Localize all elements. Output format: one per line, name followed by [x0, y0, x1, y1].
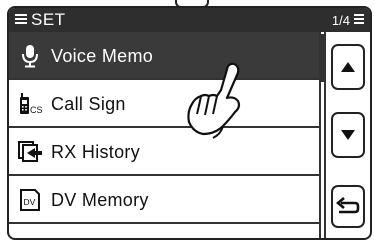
page-title: SET: [31, 10, 66, 29]
scrollbar-thumb[interactable]: [321, 34, 324, 82]
scroll-down-button[interactable]: [331, 112, 365, 158]
menu-item-rx-history[interactable]: RX History: [9, 128, 319, 176]
menu-item-label: Voice Memo: [51, 46, 154, 66]
menu-item-label: Call Sign: [51, 94, 126, 114]
dv-memory-icon: DV: [17, 188, 43, 212]
down-arrow-icon: [341, 130, 355, 140]
menu-item-label: DV Memory: [51, 190, 149, 210]
menu-list-icon: [15, 14, 27, 25]
menu-item-dv-memory[interactable]: DV DV Memory: [9, 176, 319, 224]
scroll-up-button[interactable]: [331, 44, 365, 90]
page-indicator: 1/4: [331, 13, 350, 28]
page-list-icon: [354, 14, 364, 25]
call-sign-icon: CS: [17, 92, 43, 116]
menu-item-label: RX History: [51, 142, 141, 162]
scrollbar[interactable]: [319, 32, 326, 238]
microphone-icon: [17, 44, 43, 68]
return-icon: [336, 196, 360, 213]
touch-hand-icon: [187, 62, 241, 139]
title-bar: SET 1/4: [9, 8, 370, 32]
rx-history-icon: [17, 140, 43, 164]
back-button[interactable]: [331, 185, 365, 228]
menu-item-voice-memo[interactable]: Voice Memo: [9, 32, 319, 80]
up-arrow-icon: [341, 62, 355, 72]
dv-memory-icon-text: DV: [24, 197, 36, 207]
call-sign-icon-text: CS: [30, 105, 43, 115]
menu-item-call-sign[interactable]: CS Call Sign: [9, 80, 319, 128]
